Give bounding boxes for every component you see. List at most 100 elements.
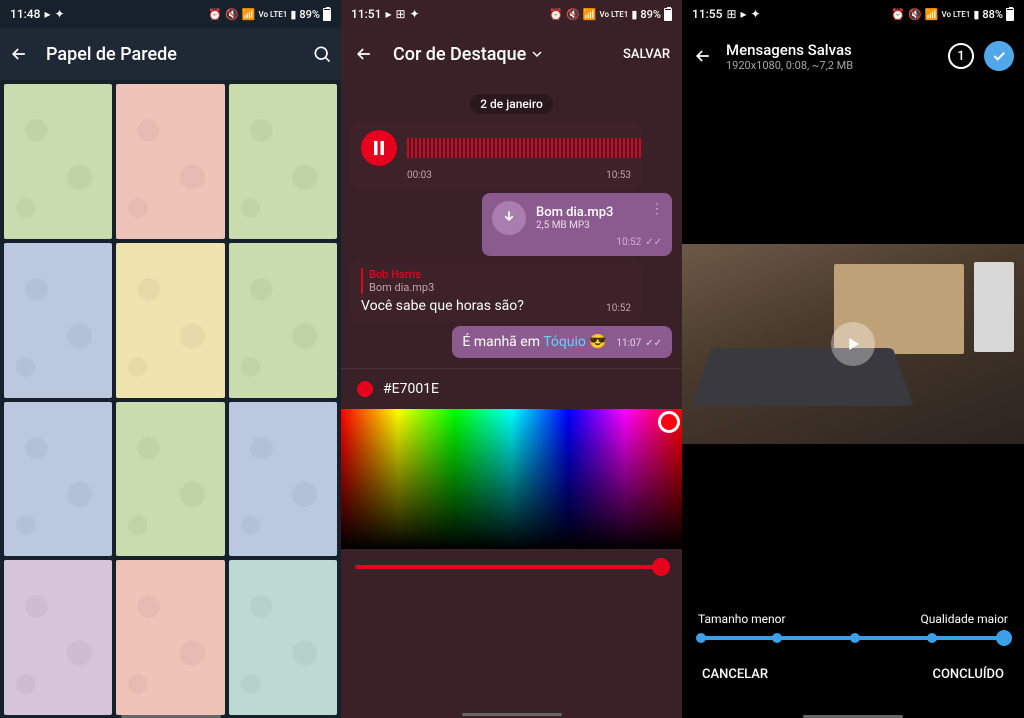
done-button[interactable]: CONCLUÍDO: [932, 667, 1004, 682]
alarm-icon: ⏰: [208, 8, 222, 21]
outgoing-message-bubble[interactable]: É manhã em Tóquio 😎 11:07✓✓: [452, 326, 672, 358]
slider-step[interactable]: [927, 633, 937, 643]
wallpaper-tile[interactable]: [4, 84, 112, 239]
status-bar: 11:55 ⊞ ▸ ✦ ⏰ 🔇 📶 Vo LTE1 ▮ 88%: [682, 0, 1024, 28]
slider-step[interactable]: [696, 633, 706, 643]
quality-slider[interactable]: [698, 636, 1008, 640]
file-size: 2,5 MB MP3: [536, 220, 613, 231]
wallpaper-tile[interactable]: [229, 560, 337, 715]
file-name: Bom dia.mp3: [536, 205, 613, 220]
voice-message-bubble[interactable]: 00:03 10:53: [351, 122, 641, 189]
preview-object: [974, 262, 1014, 352]
slider-thumb[interactable]: [652, 558, 670, 576]
wallpaper-grid: [0, 80, 341, 718]
preview-object: [691, 348, 914, 406]
status-time: 11:51: [351, 7, 381, 21]
reply-text: Bom dia.mp3: [369, 281, 631, 294]
wallpaper-tile[interactable]: [116, 402, 224, 557]
voice-timestamp: 10:53: [606, 170, 631, 181]
hex-value[interactable]: #E7001E: [383, 381, 439, 397]
more-icon[interactable]: ⋮: [650, 201, 664, 217]
mute-icon: 🔇: [566, 8, 580, 21]
pause-button[interactable]: [361, 130, 397, 166]
app-icon: ✦: [410, 7, 420, 21]
reply-preview[interactable]: Bob Harris Bom dia.mp3: [361, 268, 631, 294]
header-bar: Papel de Parede: [0, 28, 341, 80]
message-text: Você sabe que horas são?: [361, 298, 524, 314]
save-button[interactable]: SALVAR: [623, 47, 670, 62]
reply-sender: Bob Harris: [369, 268, 631, 281]
waveform[interactable]: [407, 138, 641, 158]
back-button[interactable]: [8, 43, 30, 65]
quality-label-max: Qualidade maior: [920, 612, 1008, 626]
message-link[interactable]: Tóquio: [543, 334, 586, 350]
network-label: Vo LTE1: [259, 10, 288, 19]
download-button[interactable]: [492, 201, 526, 235]
wallpaper-tile[interactable]: [116, 243, 224, 398]
hue-slider[interactable]: [341, 549, 682, 589]
wifi-icon: 📶: [925, 8, 939, 21]
wallpaper-tile[interactable]: [116, 84, 224, 239]
header-bar: Cor de Destaque SALVAR: [341, 28, 682, 80]
signal-icon: ▮: [290, 8, 296, 21]
wallpaper-tile[interactable]: [4, 243, 112, 398]
wallpaper-tile[interactable]: [229, 402, 337, 557]
wallpaper-tile[interactable]: [4, 402, 112, 557]
page-title-dropdown[interactable]: Cor de Destaque: [393, 44, 542, 65]
battery-icon: [664, 8, 672, 21]
confirm-button[interactable]: [984, 41, 1014, 71]
screenshot-icon: ⊞: [726, 7, 736, 21]
back-button[interactable]: [353, 43, 375, 65]
incoming-message-bubble[interactable]: Bob Harris Bom dia.mp3 Você sabe que hor…: [351, 260, 641, 322]
page-title-label: Cor de Destaque: [393, 44, 526, 65]
quality-slider-row: Tamanho menor Qualidade maior: [682, 612, 1024, 640]
message-text: É manhã em Tóquio 😎: [462, 334, 610, 350]
wallpaper-tile[interactable]: [116, 560, 224, 715]
app-icon: ✦: [751, 7, 761, 21]
nav-pill[interactable]: [803, 715, 903, 718]
voice-elapsed: 00:03: [407, 170, 432, 181]
signal-icon: ▮: [973, 8, 979, 21]
wallpaper-tile[interactable]: [229, 243, 337, 398]
color-spectrum[interactable]: [341, 409, 682, 549]
screen-accent-color: 11:51 ▸ ⊞ ✦ ⏰ 🔇 📶 Vo LTE1 ▮ 89% Cor de D…: [341, 0, 682, 718]
back-button[interactable]: [692, 45, 714, 67]
date-separator: 2 de janeiro: [470, 94, 553, 114]
message-time: 10:52: [616, 237, 641, 248]
mute-icon: 🔇: [225, 8, 239, 21]
chevron-down-icon: [532, 49, 542, 59]
wallpaper-tile[interactable]: [4, 560, 112, 715]
screen-wallpaper-picker: 11:48 ▸ ✦ ⏰ 🔇 📶 Vo LTE1 ▮ 89% Papel de P…: [0, 0, 341, 718]
slider-step[interactable]: [850, 633, 860, 643]
color-swatch: [357, 381, 373, 397]
cancel-button[interactable]: CANCELAR: [702, 667, 768, 682]
wallpaper-tile[interactable]: [229, 84, 337, 239]
battery-label: 89%: [299, 8, 320, 21]
search-button[interactable]: [311, 43, 333, 65]
emoji: 😎: [589, 334, 606, 350]
youtube-icon: ▸: [385, 7, 391, 21]
selection-count-badge[interactable]: 1: [948, 43, 974, 69]
video-preview[interactable]: [682, 244, 1024, 444]
quality-label-min: Tamanho menor: [698, 612, 786, 626]
alarm-icon: ⏰: [549, 8, 563, 21]
battery-label: 88%: [982, 8, 1003, 21]
file-message-bubble[interactable]: Bom dia.mp3 2,5 MB MP3 ⋮ 10:52 ✓✓: [482, 193, 672, 256]
status-bar: 11:51 ▸ ⊞ ✦ ⏰ 🔇 📶 Vo LTE1 ▮ 89%: [341, 0, 682, 28]
youtube-icon: ▸: [741, 7, 747, 21]
battery-label: 89%: [640, 8, 661, 21]
spectrum-cursor[interactable]: [658, 411, 680, 433]
nav-pill[interactable]: [121, 715, 221, 718]
read-ticks-icon: ✓✓: [645, 237, 662, 248]
slider-step[interactable]: [772, 633, 782, 643]
status-bar: 11:48 ▸ ✦ ⏰ 🔇 📶 Vo LTE1 ▮ 89%: [0, 0, 341, 28]
network-label: Vo LTE1: [600, 10, 629, 19]
hex-input-row[interactable]: #E7001E: [341, 368, 682, 409]
alarm-icon: ⏰: [891, 8, 905, 21]
chat-preview: 2 de janeiro 00:03 10:53 Bom dia.mp3: [341, 80, 682, 368]
app-icon: ✦: [54, 7, 64, 21]
youtube-icon: ▸: [44, 7, 50, 21]
nav-pill[interactable]: [462, 713, 562, 716]
battery-icon: [1006, 8, 1014, 21]
play-button[interactable]: [831, 322, 875, 366]
